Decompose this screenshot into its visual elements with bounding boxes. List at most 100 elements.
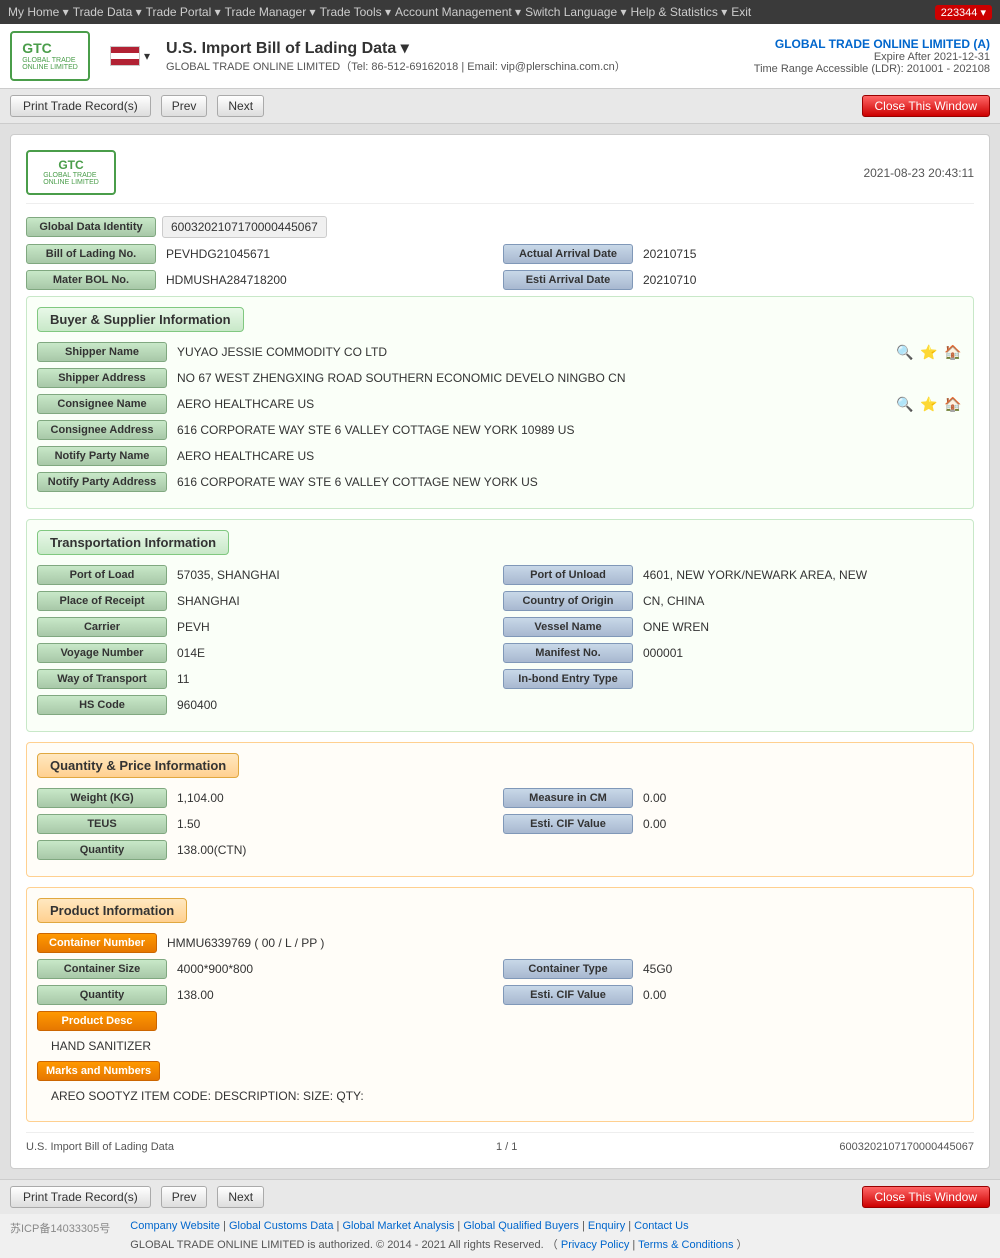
- top-navigation: My Home ▾ Trade Data ▾ Trade Portal ▾ Tr…: [0, 0, 1000, 24]
- esti-arrival-label: Esti Arrival Date: [503, 270, 633, 290]
- notify-party-address-row: Notify Party Address 616 CORPORATE WAY S…: [37, 472, 963, 492]
- nav-my-home[interactable]: My Home ▾: [8, 5, 69, 19]
- footer-links-area: Company Website | Global Customs Data | …: [130, 1220, 990, 1252]
- logo-subtext2: ONLINE LIMITED: [22, 64, 78, 71]
- transport-row5: Way of Transport 11 In-bond Entry Type: [37, 669, 963, 695]
- consignee-name-label: Consignee Name: [37, 394, 167, 414]
- shipper-name-row: Shipper Name YUYAO JESSIE COMMODITY CO L…: [37, 342, 963, 362]
- manifest-no-label: Manifest No.: [503, 643, 633, 663]
- consignee-address-row: Consignee Address 616 CORPORATE WAY STE …: [37, 420, 963, 440]
- footer-links: Company Website | Global Customs Data | …: [130, 1220, 990, 1232]
- prev-button-top[interactable]: Prev: [161, 95, 208, 117]
- print-button-top[interactable]: Print Trade Record(s): [10, 95, 151, 117]
- shipper-star-icon[interactable]: ⭐: [919, 342, 939, 362]
- footer-link-market[interactable]: Global Market Analysis: [342, 1220, 454, 1232]
- quantity-value: 138.00(CTN): [173, 841, 963, 859]
- nav-trade-tools[interactable]: Trade Tools ▾: [320, 5, 391, 19]
- nav-trade-data[interactable]: Trade Data ▾: [73, 5, 142, 19]
- card-logo: GTC GLOBAL TRADE ONLINE LIMITED: [26, 150, 116, 195]
- marks-numbers-label: Marks and Numbers: [37, 1061, 160, 1081]
- expire-info: Expire After 2021-12-31: [754, 51, 990, 63]
- close-button-bottom[interactable]: Close This Window: [862, 1186, 990, 1208]
- quantity-label: Quantity: [37, 840, 167, 860]
- product-quantity-label: Quantity: [37, 985, 167, 1005]
- page-subtitle: GLOBAL TRADE ONLINE LIMITED（Tel: 86-512-…: [166, 58, 754, 74]
- vessel-name-row: Vessel Name ONE WREN: [503, 617, 963, 637]
- footer-link-company[interactable]: Company Website: [130, 1220, 220, 1232]
- voyage-number-row: Voyage Number 014E: [37, 643, 497, 663]
- terms-link[interactable]: Terms & Conditions: [638, 1239, 733, 1251]
- carrier-label: Carrier: [37, 617, 167, 637]
- place-of-receipt-row: Place of Receipt SHANGHAI: [37, 591, 497, 611]
- header-bar: GTC GLOBAL TRADE ONLINE LIMITED ▾ U.S. I…: [0, 24, 1000, 89]
- card-footer-page: 1 / 1: [496, 1141, 517, 1153]
- transportation-header: Transportation Information: [37, 530, 229, 555]
- account-info: GLOBAL TRADE ONLINE LIMITED (A) Expire A…: [754, 37, 990, 75]
- product-quantity-value: 138.00: [173, 986, 497, 1004]
- nav-trade-portal[interactable]: Trade Portal ▾: [146, 5, 221, 19]
- country-of-origin-value: CN, CHINA: [639, 592, 963, 610]
- user-badge[interactable]: 223344 ▾: [935, 5, 992, 20]
- way-of-transport-value: 11: [173, 670, 497, 688]
- print-button-bottom[interactable]: Print Trade Record(s): [10, 1186, 151, 1208]
- actual-arrival-value: 20210715: [639, 245, 974, 263]
- nav-exit[interactable]: Exit: [731, 5, 751, 19]
- nav-switch-language[interactable]: Switch Language ▾: [525, 5, 626, 19]
- in-bond-entry-row: In-bond Entry Type: [503, 669, 963, 689]
- product-esti-cif-label: Esti. CIF Value: [503, 985, 633, 1005]
- global-data-id-value: 6003202107170000445067: [162, 216, 327, 238]
- close-button-top[interactable]: Close This Window: [862, 95, 990, 117]
- consignee-address-label: Consignee Address: [37, 420, 167, 440]
- nav-trade-manager[interactable]: Trade Manager ▾: [225, 5, 316, 19]
- global-data-id-row: Global Data Identity 6003202107170000445…: [26, 216, 974, 238]
- teus-value: 1.50: [173, 815, 497, 833]
- vessel-name-label: Vessel Name: [503, 617, 633, 637]
- voyage-number-label: Voyage Number: [37, 643, 167, 663]
- notify-party-name-value: AERO HEALTHCARE US: [173, 447, 963, 465]
- global-data-id-label: Global Data Identity: [26, 217, 156, 237]
- record-timestamp: 2021-08-23 20:43:11: [863, 166, 974, 180]
- buyer-supplier-section: Buyer & Supplier Information Shipper Nam…: [26, 296, 974, 509]
- container-number-label: Container Number: [37, 933, 157, 953]
- next-button-top[interactable]: Next: [217, 95, 264, 117]
- logo-subtext: GLOBAL TRADE: [22, 57, 78, 64]
- page-title-area: U.S. Import Bill of Lading Data ▾ GLOBAL…: [166, 38, 754, 74]
- nav-help-statistics[interactable]: Help & Statistics ▾: [631, 5, 728, 19]
- consignee-name-row: Consignee Name AERO HEALTHCARE US 🔍 ⭐ 🏠: [37, 394, 963, 414]
- footer-link-buyers[interactable]: Global Qualified Buyers: [463, 1220, 579, 1232]
- shipper-address-label: Shipper Address: [37, 368, 167, 388]
- nav-account-management[interactable]: Account Management ▾: [395, 5, 521, 19]
- footer-link-contact[interactable]: Contact Us: [634, 1220, 688, 1232]
- consignee-search-icon[interactable]: 🔍: [895, 394, 915, 414]
- port-of-load-row: Port of Load 57035, SHANGHAI: [37, 565, 497, 585]
- port-of-load-label: Port of Load: [37, 565, 167, 585]
- privacy-policy-link[interactable]: Privacy Policy: [561, 1239, 629, 1251]
- consignee-home-icon[interactable]: 🏠: [943, 394, 963, 414]
- shipper-search-icon[interactable]: 🔍: [895, 342, 915, 362]
- measure-cm-value: 0.00: [639, 789, 963, 807]
- shipper-home-icon[interactable]: 🏠: [943, 342, 963, 362]
- next-button-bottom[interactable]: Next: [217, 1186, 264, 1208]
- shipper-name-label: Shipper Name: [37, 342, 167, 362]
- prev-button-bottom[interactable]: Prev: [161, 1186, 208, 1208]
- transport-row3: Carrier PEVH Vessel Name ONE WREN: [37, 617, 963, 643]
- card-logo-sub2: ONLINE LIMITED: [43, 179, 99, 186]
- transport-row1: Port of Load 57035, SHANGHAI Port of Unl…: [37, 565, 963, 591]
- footer-link-enquiry[interactable]: Enquiry: [588, 1220, 625, 1232]
- shipper-address-value: NO 67 WEST ZHENGXING ROAD SOUTHERN ECONO…: [173, 369, 963, 387]
- footer-copyright: GLOBAL TRADE ONLINE LIMITED is authorize…: [130, 1236, 990, 1252]
- card-footer-label: U.S. Import Bill of Lading Data: [26, 1141, 174, 1153]
- notify-party-name-label: Notify Party Name: [37, 446, 167, 466]
- container-number-row: Container Number HMMU6339769 ( 00 / L / …: [37, 933, 963, 953]
- qty-row1: Weight (KG) 1,104.00 Measure in CM 0.00: [37, 788, 963, 814]
- master-bol-field-row: Mater BOL No. HDMUSHA284718200: [26, 270, 497, 290]
- port-of-unload-label: Port of Unload: [503, 565, 633, 585]
- page-title: U.S. Import Bill of Lading Data ▾: [166, 38, 754, 58]
- container-type-label: Container Type: [503, 959, 633, 979]
- record-card: GTC GLOBAL TRADE ONLINE LIMITED 2021-08-…: [10, 134, 990, 1169]
- quantity-row: Quantity 138.00(CTN): [37, 840, 963, 860]
- consignee-star-icon[interactable]: ⭐: [919, 394, 939, 414]
- flag-selector[interactable]: ▾: [110, 46, 150, 66]
- footer-link-customs[interactable]: Global Customs Data: [229, 1220, 334, 1232]
- transportation-section: Transportation Information Port of Load …: [26, 519, 974, 732]
